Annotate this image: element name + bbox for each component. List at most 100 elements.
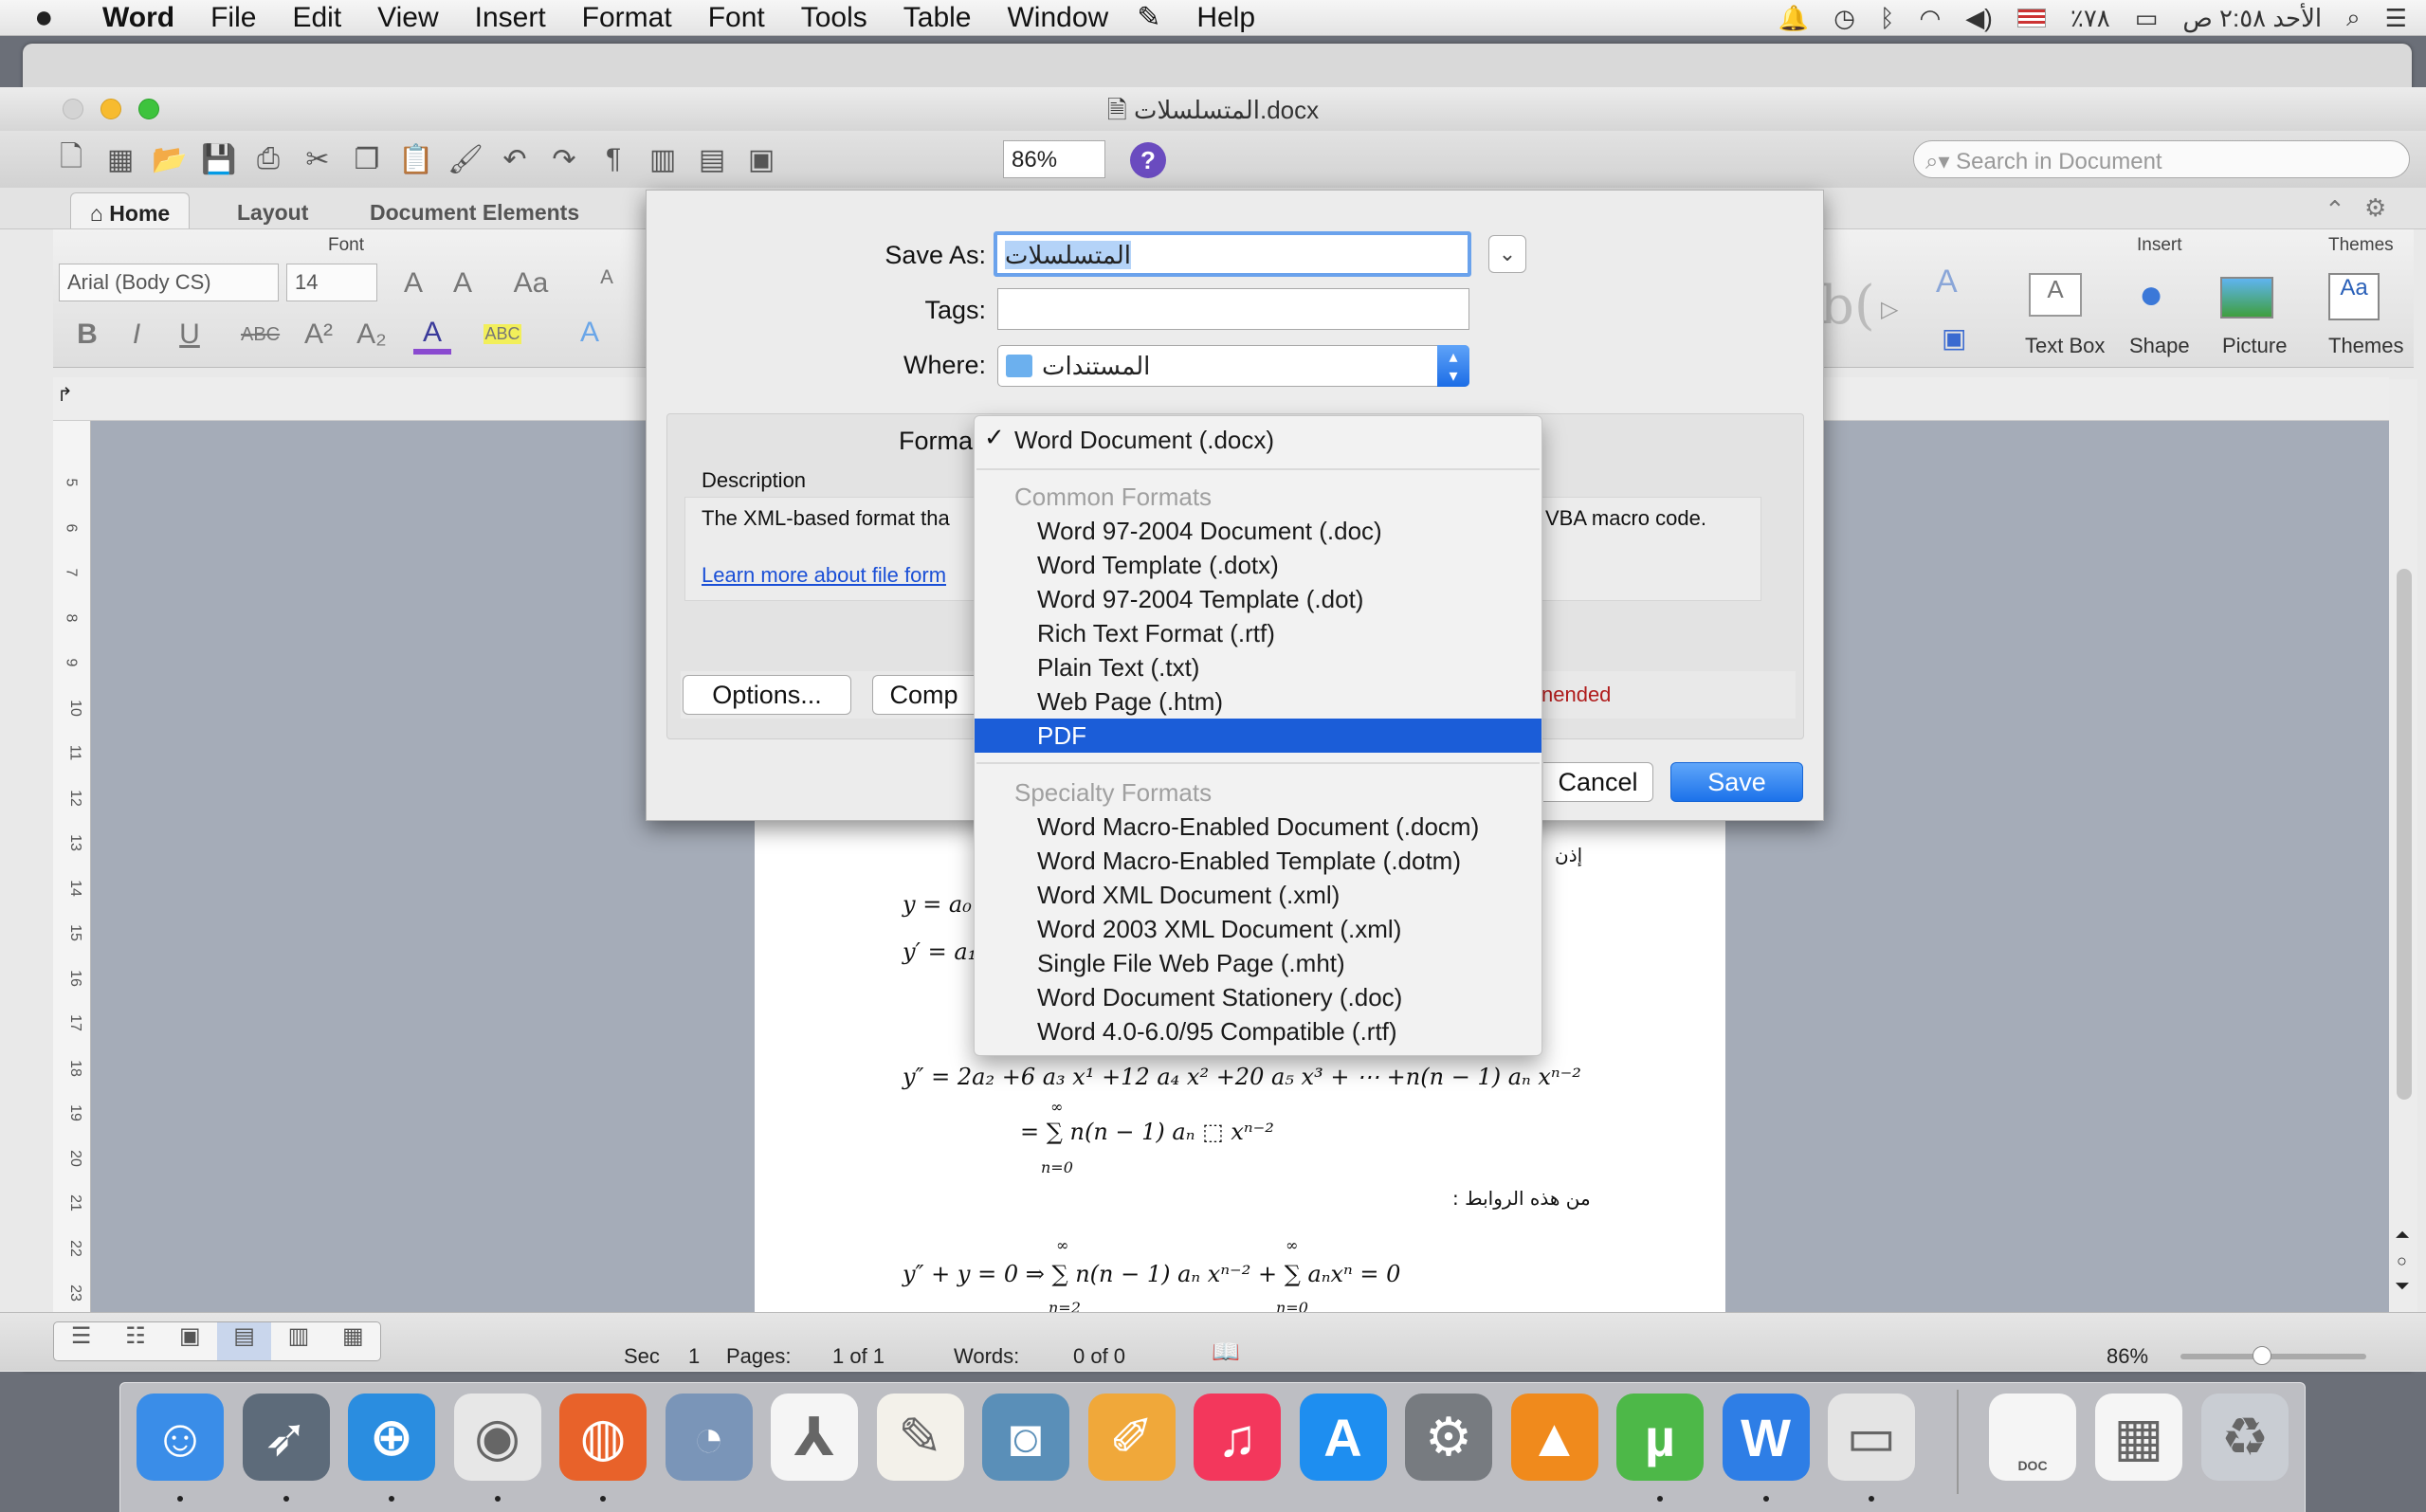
scrollbar-thumb[interactable]	[2397, 569, 2412, 1100]
format-option-word-document-stationery-doc[interactable]: Word Document Stationery (.doc)	[975, 980, 1541, 1014]
utorrent-icon[interactable]: µ	[1616, 1394, 1704, 1481]
compatibility-button[interactable]: Comp	[872, 675, 975, 715]
tab-document-elements[interactable]: Document Elements	[351, 192, 598, 228]
time-machine-icon[interactable]: ◷	[1833, 4, 1855, 33]
search-document-input[interactable]: ⌕▾ Search in Document	[1913, 140, 2410, 178]
battery-percent[interactable]: ٪٧٨	[2070, 4, 2110, 33]
print-icon[interactable]: ⎙	[250, 141, 286, 177]
format-option-word-2003-xml-document-xml[interactable]: Word 2003 XML Document (.xml)	[975, 912, 1541, 946]
menu-tools[interactable]: Tools	[801, 2, 867, 34]
browse-object-icon[interactable]: ○	[2397, 1251, 2407, 1271]
italic-icon[interactable]: I	[118, 319, 155, 351]
launchpad-icon[interactable]: ➶	[242, 1394, 330, 1481]
menu-edit[interactable]: Edit	[292, 2, 341, 34]
show-paragraph-icon[interactable]: ¶	[595, 141, 631, 177]
font-size-select[interactable]: 14	[286, 264, 377, 301]
picture-icon[interactable]	[2220, 277, 2273, 319]
system-preferences-icon[interactable]: ⚙	[1405, 1394, 1492, 1481]
outline-view-icon[interactable]: ☷	[108, 1322, 162, 1360]
styles-next-icon[interactable]: ▷	[1881, 296, 1898, 323]
insert-picture-label[interactable]: Picture	[2222, 334, 2287, 358]
spelling-check-icon[interactable]: 📖	[1212, 1339, 1240, 1366]
gallery-icon[interactable]: ▦	[102, 141, 138, 177]
text-box-icon[interactable]: A	[2029, 273, 2082, 317]
styles-pane-small-icon[interactable]: ▣	[1942, 322, 1966, 354]
format-option-pdf[interactable]: PDF	[975, 719, 1541, 753]
help-icon[interactable]: ?	[1130, 142, 1166, 178]
shape-icon[interactable]: ●	[2125, 271, 2177, 319]
previous-page-icon[interactable]: ⏶	[2395, 1225, 2410, 1247]
chrome-icon[interactable]: ◉	[453, 1394, 541, 1481]
firefox-icon[interactable]: ◍	[559, 1394, 647, 1481]
format-option-plain-text-txt[interactable]: Plain Text (.txt)	[975, 650, 1541, 684]
copy-icon[interactable]: ❐	[349, 141, 385, 177]
open-folder-icon[interactable]: 📂	[152, 141, 188, 177]
undo-icon[interactable]: ↶	[497, 141, 533, 177]
where-stepper-icon[interactable]: ▴ ▾	[1437, 345, 1469, 387]
publishing-view-icon[interactable]: ▣	[163, 1322, 217, 1360]
notification-center-icon[interactable]: ☰	[2385, 4, 2407, 33]
underline-icon[interactable]: U	[171, 319, 209, 351]
collapse-ribbon-icon[interactable]: ⌃	[2325, 195, 2345, 225]
options-button[interactable]: Options...	[683, 675, 851, 715]
format-option-word-97-2004-template-dot[interactable]: Word 97-2004 Template (.dot)	[975, 582, 1541, 616]
styles-pane-icon[interactable]: A	[1936, 264, 1958, 301]
format-option-word-4-0-6-0-95-compatible-rtf[interactable]: Word 4.0-6.0/95 Compatible (.rtf)	[975, 1014, 1541, 1048]
ribbon-settings-gear-icon[interactable]: ⚙	[2364, 193, 2386, 223]
format-option-rich-text-format-rtf[interactable]: Rich Text Format (.rtf)	[975, 616, 1541, 650]
insert-shape-label[interactable]: Shape	[2129, 334, 2190, 358]
styles-gallery-icon[interactable]: b(	[1820, 275, 1875, 337]
redo-icon[interactable]: ↷	[546, 141, 582, 177]
bluetooth-icon[interactable]: ᛒ	[1880, 4, 1895, 33]
text-effects-icon[interactable]: A	[571, 317, 609, 349]
sidebar-icon[interactable]: ▥	[645, 141, 681, 177]
draft-view-icon[interactable]: ☰	[54, 1322, 108, 1360]
expand-dialog-chevron-icon[interactable]: ⌄	[1488, 235, 1526, 273]
font-color-icon[interactable]: A	[413, 317, 451, 355]
save-icon[interactable]: 💾	[201, 141, 237, 177]
save-as-input[interactable]: المتسلسلات	[994, 231, 1471, 277]
format-option-word-macro-enabled-template-dotm[interactable]: Word Macro-Enabled Template (.dotm)	[975, 844, 1541, 878]
zoom-slider-knob[interactable]	[2253, 1346, 2271, 1365]
media-browser-icon[interactable]: ▣	[743, 141, 779, 177]
battery-icon[interactable]: ▭	[2135, 4, 2159, 33]
screenshot-stack-icon[interactable]: ▦	[2095, 1394, 2182, 1481]
format-option-web-page-htm[interactable]: Web Page (.htm)	[975, 684, 1541, 719]
textedit-icon[interactable]: ✎	[876, 1394, 964, 1481]
notebook-view-icon[interactable]: ▥	[271, 1322, 325, 1360]
learn-more-link[interactable]: Learn more about file form	[702, 563, 946, 588]
menu-table[interactable]: Table	[903, 2, 972, 34]
format-painter-icon[interactable]: 🖌	[447, 141, 483, 177]
apple-menu-icon[interactable]: ●	[34, 0, 83, 36]
next-page-icon[interactable]: ⏷	[2395, 1276, 2410, 1298]
menu-file[interactable]: File	[210, 2, 256, 34]
strikethrough-icon[interactable]: ABC	[241, 324, 280, 346]
format-option-word-template-dotx[interactable]: Word Template (.dotx)	[975, 548, 1541, 582]
insert-text-box-label[interactable]: Text Box	[2025, 334, 2105, 358]
clear-formatting-icon[interactable]: ᴬ	[588, 265, 626, 298]
finder-icon[interactable]: ☺	[137, 1394, 224, 1481]
calendar-icon[interactable]: ⅄	[771, 1394, 858, 1481]
menu-insert[interactable]: Insert	[475, 2, 546, 34]
themes-label[interactable]: Themes	[2328, 334, 2403, 358]
input-flag-icon[interactable]	[2016, 9, 2046, 27]
bold-icon[interactable]: B	[68, 319, 106, 351]
iphoto-icon[interactable]: ◙	[982, 1394, 1069, 1481]
view-icon[interactable]: ▤	[694, 141, 730, 177]
grow-font-icon[interactable]: A	[394, 267, 432, 300]
trash-icon[interactable]: ♻	[2201, 1394, 2289, 1481]
menu-help[interactable]: Help	[1196, 2, 1255, 34]
app-store-icon[interactable]: A	[1299, 1394, 1387, 1481]
menubar-clock[interactable]: الأحد ٢:٥٨ ص	[2182, 4, 2322, 33]
superscript-icon[interactable]: A²	[300, 319, 337, 351]
themes-icon[interactable]: Aa	[2328, 273, 2380, 320]
menu-app-word[interactable]: Word	[102, 2, 174, 34]
tags-input[interactable]	[997, 288, 1469, 330]
spotlight-icon[interactable]: ⌕	[2346, 3, 2361, 33]
cancel-button[interactable]: Cancel	[1543, 762, 1653, 802]
print-layout-view-icon[interactable]: ▤	[216, 1322, 272, 1360]
format-option-docx[interactable]: Word Document (.docx)	[975, 423, 1541, 457]
new-document-icon[interactable]: 🗋	[53, 141, 89, 177]
format-option-word-xml-document-xml[interactable]: Word XML Document (.xml)	[975, 878, 1541, 912]
preview-icon[interactable]: ◔	[665, 1394, 753, 1481]
